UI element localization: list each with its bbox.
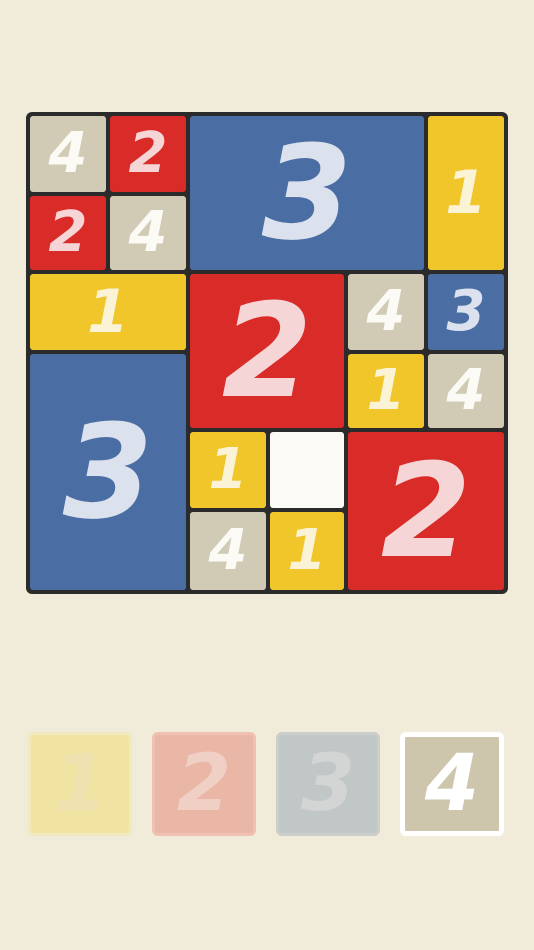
- tile-r1c1[interactable]: 4: [110, 196, 186, 270]
- tile-r3c5[interactable]: 4: [428, 354, 504, 428]
- tile-r2c5[interactable]: 3: [428, 274, 504, 350]
- tile-r0c2[interactable]: 3: [190, 116, 424, 270]
- tile-r4c2[interactable]: 1: [190, 432, 266, 508]
- tile-r4c4[interactable]: 2: [348, 432, 504, 590]
- tile-r2c2[interactable]: 2: [190, 274, 344, 428]
- tile-r0c1[interactable]: 2: [110, 116, 186, 192]
- tile-r3c4[interactable]: 1: [348, 354, 424, 428]
- picker-1[interactable]: 1: [28, 732, 132, 836]
- tile-r2c4[interactable]: 4: [348, 274, 424, 350]
- tile-r5c2[interactable]: 4: [190, 512, 266, 590]
- tile-r2c0[interactable]: 1: [30, 274, 186, 350]
- tile-r3c0[interactable]: 3: [30, 354, 186, 590]
- tile-r4c3-empty[interactable]: [270, 432, 344, 508]
- tile-r0c5[interactable]: 1: [428, 116, 504, 270]
- game-board: 4 2 3 1 2 4 1 2 4 3 3 1 4 1 2 4 1: [26, 112, 508, 594]
- picker-4-selected[interactable]: 4: [400, 732, 504, 836]
- tile-r5c3[interactable]: 1: [270, 512, 344, 590]
- tile-r0c0[interactable]: 4: [30, 116, 106, 192]
- picker-3[interactable]: 3: [276, 732, 380, 836]
- picker-2[interactable]: 2: [152, 732, 256, 836]
- tile-r1c0[interactable]: 2: [30, 196, 106, 270]
